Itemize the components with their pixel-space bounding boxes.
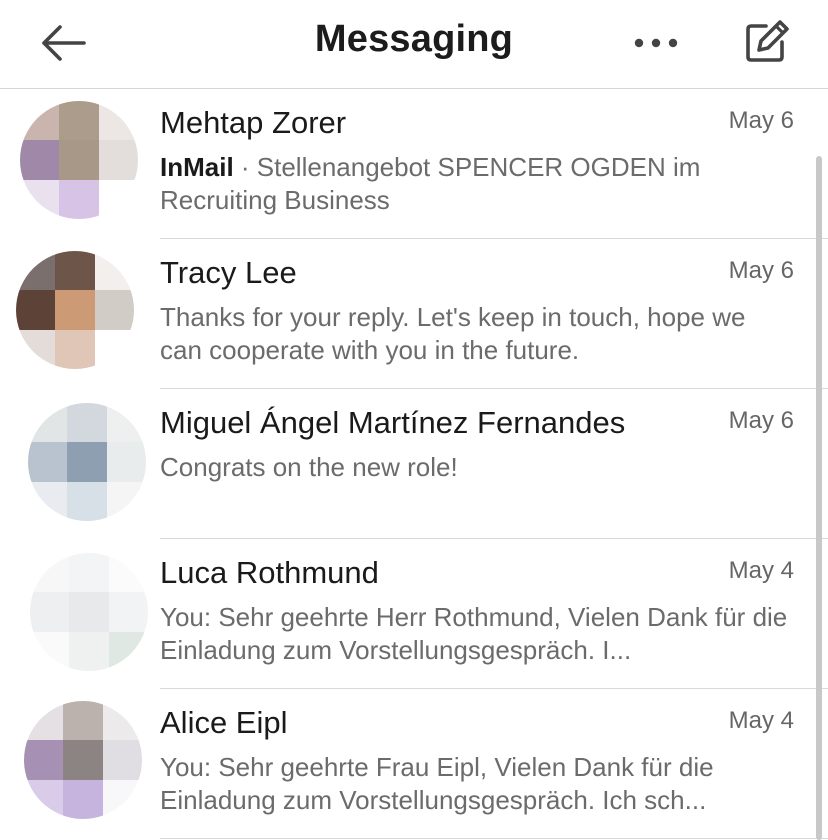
avatar-pixel xyxy=(106,403,146,443)
avatar-pixel xyxy=(63,701,103,741)
conversation-row[interactable]: Tracy Lee May 6 Thanks for your reply. L… xyxy=(0,239,828,389)
avatar-pixel xyxy=(102,779,142,819)
more-options-button[interactable] xyxy=(630,30,682,56)
avatar-pixel xyxy=(24,779,64,819)
avatar-pixel xyxy=(30,553,70,593)
page-title: Messaging xyxy=(314,18,514,60)
avatar-pixel xyxy=(30,592,70,632)
avatar-pixel xyxy=(102,740,142,780)
conversation-row[interactable]: Mehtap Zorer May 6 InMail · Stellenangeb… xyxy=(0,89,828,239)
conversation-row[interactable]: Luca Rothmund May 4 You: Sehr geehrte He… xyxy=(0,539,828,689)
avatar-pixel xyxy=(28,442,68,482)
message-date: May 4 xyxy=(728,557,794,584)
avatar-pixel xyxy=(55,329,95,369)
avatar[interactable] xyxy=(28,403,146,521)
avatar-pixel xyxy=(67,481,107,521)
top-bar: Messaging xyxy=(0,0,828,89)
avatar-pixel xyxy=(16,290,56,330)
avatar-pixel xyxy=(59,140,99,180)
avatar-pixel xyxy=(69,592,109,632)
avatar-pixel xyxy=(63,740,103,780)
inmail-label: InMail xyxy=(160,152,234,182)
message-date: May 6 xyxy=(728,257,794,284)
avatar[interactable] xyxy=(16,251,134,369)
avatar-pixel xyxy=(59,179,99,219)
avatar-pixel xyxy=(63,779,103,819)
avatar-pixel xyxy=(94,329,134,369)
conversation-row[interactable]: Miguel Ángel Martínez Fernandes May 6 Co… xyxy=(0,389,828,539)
avatar-pixel xyxy=(106,442,146,482)
avatar[interactable] xyxy=(30,553,148,671)
avatar-pixel xyxy=(69,631,109,671)
avatar-pixel xyxy=(102,701,142,741)
avatar-pixel xyxy=(98,101,138,141)
avatar-pixel xyxy=(69,553,109,593)
scrollbar[interactable] xyxy=(816,156,822,840)
message-date: May 6 xyxy=(728,407,794,434)
compose-message-button[interactable] xyxy=(742,18,792,66)
conversation-row[interactable]: Alice Eipl May 4 You: Sehr geehrte Frau … xyxy=(0,689,828,839)
message-snippet: InMail · Stellenangebot SPENCER OGDEN im… xyxy=(160,151,790,217)
conversation-list: Mehtap Zorer May 6 InMail · Stellenangeb… xyxy=(0,89,828,839)
avatar-pixel xyxy=(55,290,95,330)
message-snippet: You: Sehr geehrte Herr Rothmund, Vielen … xyxy=(160,602,788,665)
avatar-pixel xyxy=(20,140,60,180)
avatar-pixel xyxy=(24,740,64,780)
avatar-pixel xyxy=(94,251,134,291)
avatar-pixel xyxy=(108,592,148,632)
message-date: May 4 xyxy=(728,707,794,734)
message-snippet: Congrats on the new role! xyxy=(160,452,458,482)
avatar-pixel xyxy=(30,631,70,671)
avatar-pixel xyxy=(98,179,138,219)
message-snippet: You: Sehr geehrte Frau Eipl, Vielen Dank… xyxy=(160,752,714,815)
avatar-pixel xyxy=(20,179,60,219)
contact-name: Mehtap Zorer xyxy=(160,105,347,140)
more-horizontal-icon xyxy=(634,38,678,48)
avatar-pixel xyxy=(108,553,148,593)
contact-name: Miguel Ángel Martínez Fernandes xyxy=(160,405,626,440)
message-date: May 6 xyxy=(728,107,794,134)
avatar[interactable] xyxy=(24,701,142,819)
avatar-pixel xyxy=(28,403,68,443)
avatar-pixel xyxy=(16,329,56,369)
avatar-pixel xyxy=(94,290,134,330)
separator: · xyxy=(233,152,257,182)
avatar-pixel xyxy=(55,251,95,291)
avatar-pixel xyxy=(106,481,146,521)
avatar-pixel xyxy=(59,101,99,141)
avatar-pixel xyxy=(98,140,138,180)
avatar-pixel xyxy=(28,481,68,521)
compose-icon xyxy=(746,20,789,62)
avatar-pixel xyxy=(108,631,148,671)
avatar-pixel xyxy=(20,101,60,141)
avatar-pixel xyxy=(67,403,107,443)
contact-name: Alice Eipl xyxy=(160,705,288,740)
avatar-pixel xyxy=(24,701,64,741)
contact-name: Tracy Lee xyxy=(160,255,297,290)
divider xyxy=(160,838,828,839)
avatar-pixel xyxy=(67,442,107,482)
avatar[interactable] xyxy=(20,101,138,219)
avatar-pixel xyxy=(16,251,56,291)
message-snippet: Thanks for your reply. Let's keep in tou… xyxy=(160,302,746,365)
contact-name: Luca Rothmund xyxy=(160,555,379,590)
